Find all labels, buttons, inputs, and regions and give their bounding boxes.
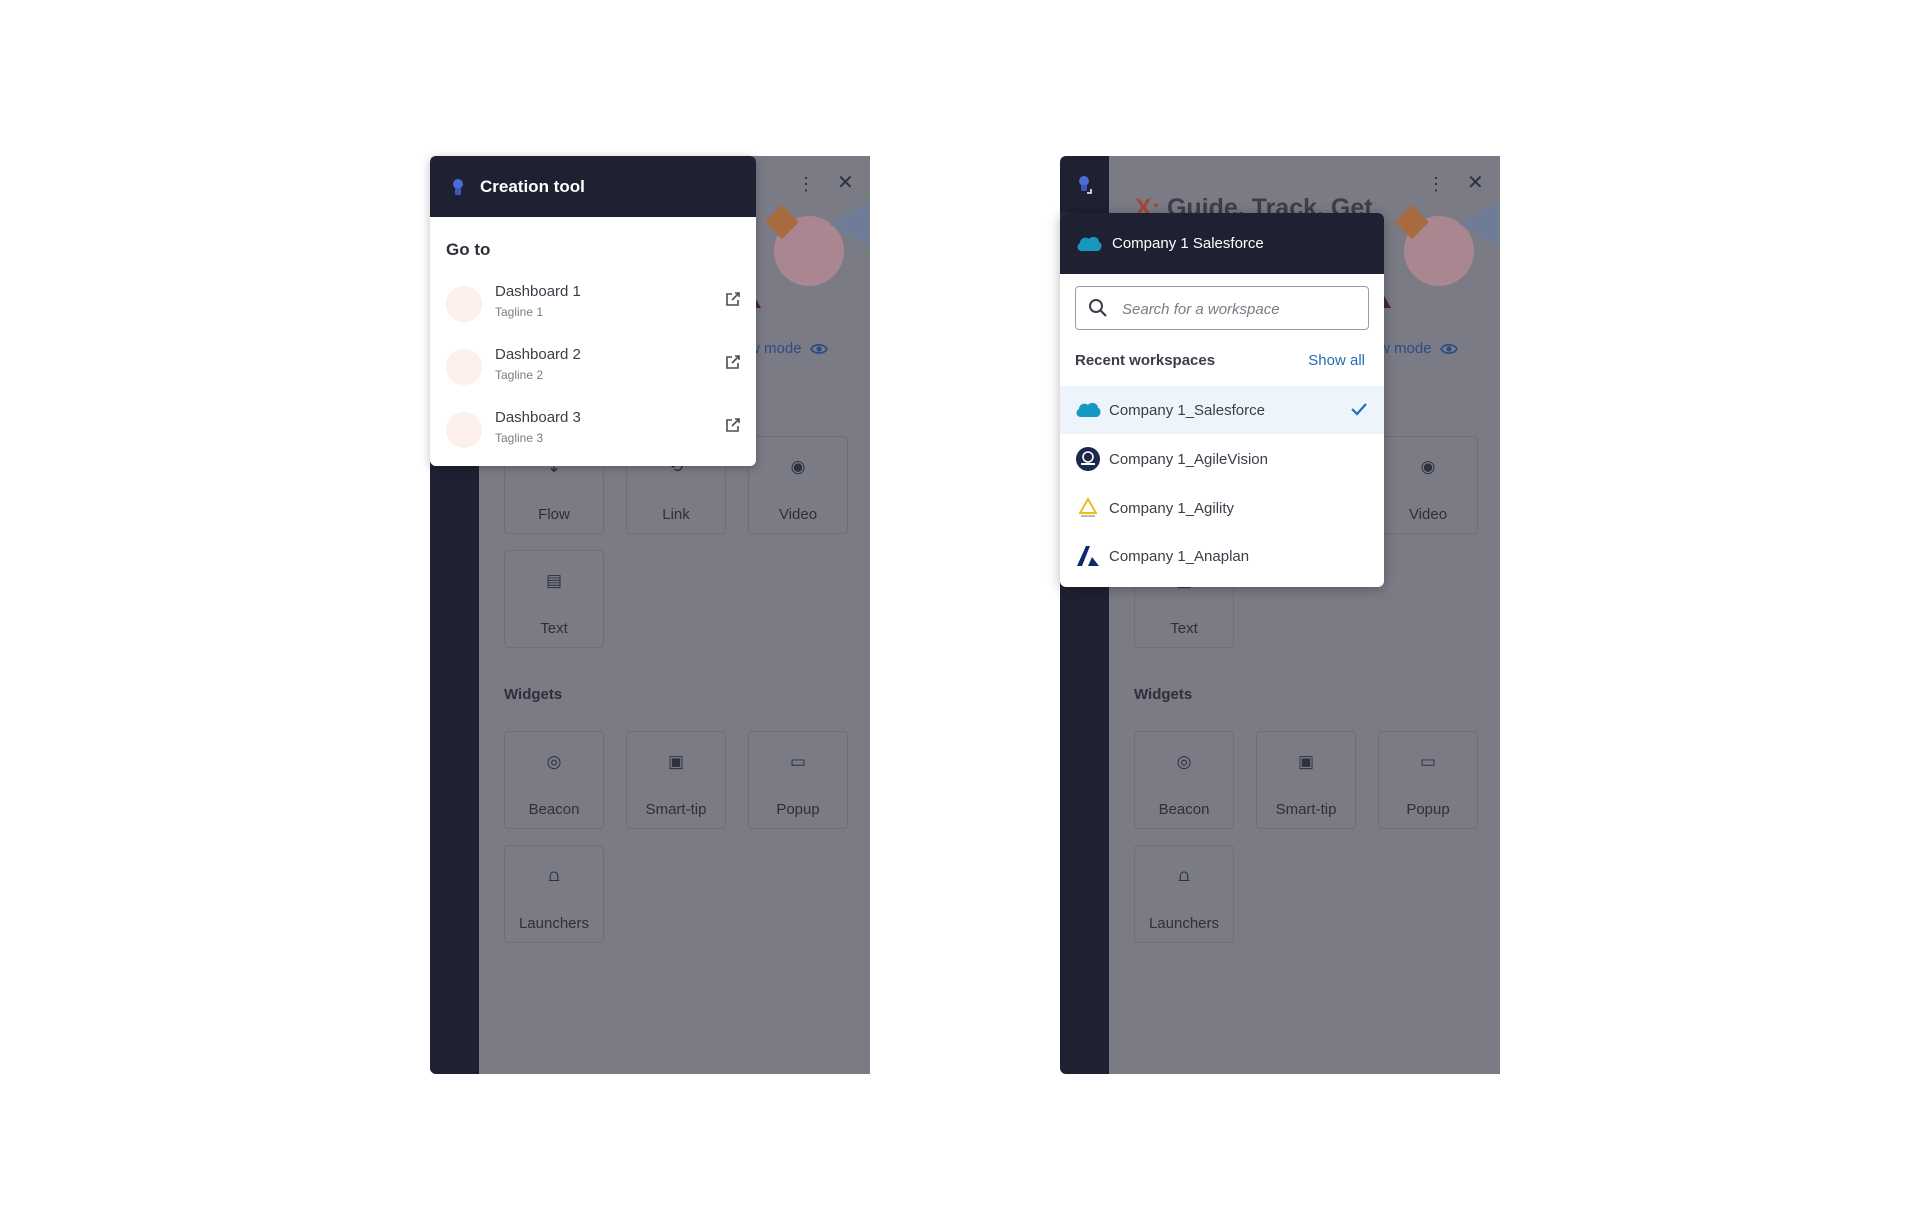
popover-title: Creation tool bbox=[480, 176, 585, 196]
dashboard-item[interactable]: Dashboard 2 Tagline 2 bbox=[446, 341, 742, 391]
tile-label: Video bbox=[1408, 506, 1448, 523]
tile-label: Video bbox=[778, 506, 818, 523]
workspace-switcher-popover: Company 1 Salesforce Recent workspaces S… bbox=[1060, 213, 1384, 587]
popover-header: Creation tool bbox=[430, 156, 756, 217]
tile-label: Flow bbox=[538, 506, 570, 523]
dashboard-item[interactable]: Dashboard 1 Tagline 1 bbox=[446, 278, 742, 328]
salesforce-logo-icon bbox=[1075, 397, 1101, 423]
recent-workspaces-label: Recent workspaces bbox=[1075, 352, 1216, 369]
agilevision-logo-icon bbox=[1075, 446, 1101, 472]
external-link-icon[interactable] bbox=[724, 416, 742, 434]
tile-video[interactable]: ◉ Video bbox=[1378, 436, 1478, 534]
external-link-icon[interactable] bbox=[724, 290, 742, 308]
more-options-icon[interactable]: ⋮ bbox=[1427, 174, 1445, 195]
avatar bbox=[446, 286, 482, 322]
show-all-link[interactable]: Show all bbox=[1308, 352, 1365, 369]
text-doc-icon: ▤ bbox=[545, 571, 563, 590]
dashboard-name: Dashboard 3 bbox=[495, 409, 581, 426]
workspace-item[interactable]: Company 1_Anaplan bbox=[1060, 532, 1384, 580]
eye-icon bbox=[809, 343, 828, 354]
more-options-icon[interactable]: ⋮ bbox=[797, 174, 815, 195]
dashboard-tagline: Tagline 2 bbox=[495, 368, 544, 382]
preview-mode-link[interactable]: w mode bbox=[749, 340, 828, 357]
hero-decoration bbox=[829, 202, 869, 246]
tile-label: Text bbox=[1170, 620, 1198, 637]
tile-label: Smart-tip bbox=[1275, 801, 1337, 818]
check-icon bbox=[1351, 403, 1367, 416]
app-logo-icon bbox=[453, 178, 463, 195]
agility-logo-icon bbox=[1075, 495, 1101, 521]
tile-smart-tip[interactable]: ▣ Smart-tip bbox=[1256, 731, 1356, 829]
hero-decoration bbox=[1459, 202, 1499, 246]
beacon-icon: ◎ bbox=[1176, 752, 1192, 771]
play-circle-icon: ◉ bbox=[790, 457, 806, 476]
dashboard-name: Dashboard 2 bbox=[495, 346, 581, 363]
tile-popup[interactable]: ▭ Popup bbox=[748, 731, 848, 829]
dashboard-tagline: Tagline 3 bbox=[495, 431, 544, 445]
smart-tip-icon: ▣ bbox=[1297, 752, 1315, 771]
widgets-section-title: Widgets bbox=[504, 686, 563, 703]
tile-popup[interactable]: ▭ Popup bbox=[1378, 731, 1478, 829]
workspace-search bbox=[1075, 286, 1369, 330]
tile-video[interactable]: ◉ Video bbox=[748, 436, 848, 534]
tile-label: Beacon bbox=[1158, 801, 1210, 818]
creation-tool-popover: Creation tool Go to Dashboard 1 Tagline … bbox=[430, 156, 756, 466]
dashboard-name: Dashboard 1 bbox=[495, 283, 581, 300]
workspace-name: Company 1_Salesforce bbox=[1109, 401, 1265, 419]
search-input[interactable] bbox=[1120, 295, 1364, 323]
avatar bbox=[446, 412, 482, 448]
tile-label: Launchers bbox=[1148, 915, 1220, 932]
workspace-name: Company 1_Anaplan bbox=[1109, 547, 1250, 565]
avatar bbox=[446, 349, 482, 385]
salesforce-logo-icon bbox=[1077, 236, 1102, 251]
workspace-name: Company 1_Agility bbox=[1109, 499, 1235, 517]
smart-tip-icon: ▣ bbox=[667, 752, 685, 771]
anaplan-logo-icon bbox=[1075, 543, 1101, 569]
popover-header: Company 1 Salesforce bbox=[1060, 213, 1384, 274]
widgets-section-title: Widgets bbox=[1134, 686, 1193, 703]
preview-mode-label: w mode bbox=[1379, 340, 1432, 357]
workspace-item[interactable]: Company 1_Salesforce bbox=[1060, 386, 1384, 434]
launcher-icon: ⩍ bbox=[1178, 866, 1190, 885]
tile-launchers[interactable]: ⩍ Launchers bbox=[504, 845, 604, 943]
dashboard-tagline: Tagline 1 bbox=[495, 305, 544, 319]
tile-smart-tip[interactable]: ▣ Smart-tip bbox=[626, 731, 726, 829]
tile-beacon[interactable]: ◎ Beacon bbox=[504, 731, 604, 829]
tile-label: Beacon bbox=[528, 801, 580, 818]
close-icon[interactable]: ✕ bbox=[837, 170, 854, 195]
search-icon bbox=[1089, 299, 1107, 317]
popover-title: Company 1 Salesforce bbox=[1112, 235, 1264, 252]
play-circle-icon: ◉ bbox=[1420, 457, 1436, 476]
tile-label: Text bbox=[540, 620, 568, 637]
tile-label: Link bbox=[662, 506, 690, 523]
workspace-name: Company 1_AgileVision bbox=[1109, 450, 1268, 468]
preview-mode-link[interactable]: w mode bbox=[1379, 340, 1458, 357]
app-logo-icon[interactable] bbox=[1077, 175, 1093, 195]
close-icon[interactable]: ✕ bbox=[1467, 170, 1484, 195]
popup-icon: ▭ bbox=[789, 752, 807, 771]
tile-text[interactable]: ▤ Text bbox=[504, 550, 604, 648]
beacon-icon: ◎ bbox=[546, 752, 562, 771]
tile-label: Popup bbox=[776, 801, 820, 818]
tile-label: Smart-tip bbox=[645, 801, 707, 818]
tile-label: Popup bbox=[1406, 801, 1450, 818]
tile-launchers[interactable]: ⩍ Launchers bbox=[1134, 845, 1234, 943]
tile-beacon[interactable]: ◎ Beacon bbox=[1134, 731, 1234, 829]
popup-icon: ▭ bbox=[1419, 752, 1437, 771]
goto-label: Go to bbox=[446, 240, 491, 259]
preview-mode-label: w mode bbox=[749, 340, 802, 357]
tile-label: Launchers bbox=[518, 915, 590, 932]
workspace-item[interactable]: Company 1_AgileVision bbox=[1060, 435, 1384, 483]
external-link-icon[interactable] bbox=[724, 353, 742, 371]
workspace-item[interactable]: Company 1_Agility bbox=[1060, 484, 1384, 532]
launcher-icon: ⩍ bbox=[548, 866, 560, 885]
eye-icon bbox=[1439, 343, 1458, 354]
dashboard-item[interactable]: Dashboard 3 Tagline 3 bbox=[446, 404, 742, 454]
